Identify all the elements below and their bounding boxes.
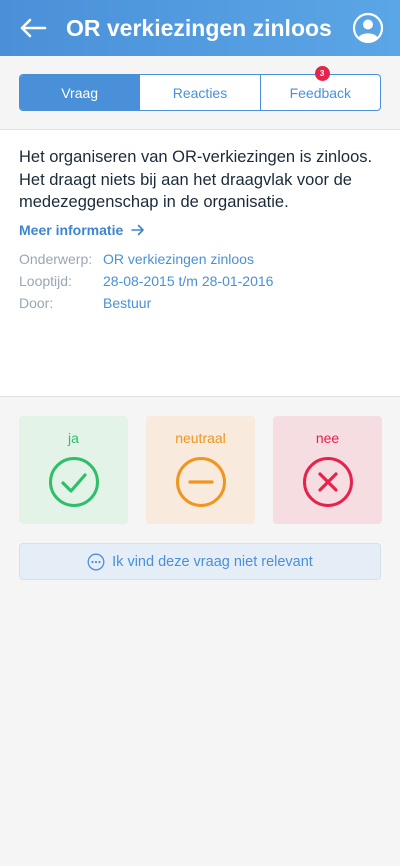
vote-label: nee: [315, 430, 340, 446]
tab-label: Vraag: [61, 84, 99, 101]
arrow-left-icon: [20, 18, 47, 38]
meta-author: Door: Bestuur: [19, 295, 151, 311]
more-info-link[interactable]: Meer informatie: [19, 222, 145, 238]
meta-label: Looptijd:: [19, 273, 72, 289]
tab-label: Feedback: [289, 84, 352, 101]
meta-label: Onderwerp:: [19, 251, 93, 267]
meta-value: OR verkiezingen zinloos: [103, 251, 254, 267]
tabs-container: Vraag Reacties 3 Feedback: [0, 56, 400, 130]
more-info-label: Meer informatie: [19, 222, 124, 238]
app-header: OR verkiezingen zinloos: [0, 0, 400, 56]
meta-label: Door:: [19, 295, 54, 311]
profile-button[interactable]: [352, 12, 384, 44]
meta-duration: Looptijd: 28-08-2015 t/m 28-01-2016: [19, 273, 273, 289]
vote-yes-button[interactable]: ja: [19, 416, 128, 524]
vote-neutral-button[interactable]: neutraal: [146, 416, 255, 524]
vote-label: ja: [68, 430, 79, 446]
segmented-tabs: Vraag Reacties 3 Feedback: [19, 66, 381, 111]
x-circle-icon: [302, 457, 353, 507]
tab-feedback[interactable]: 3 Feedback: [259, 66, 380, 110]
vote-label: neutraal: [175, 430, 226, 446]
question-panel: Het organiseren van OR-verkiezingen is z…: [0, 130, 400, 397]
minus-circle-icon: [175, 457, 226, 507]
more-dots-icon: [87, 553, 105, 571]
question-text: Het organiseren van OR-verkiezingen is z…: [19, 148, 373, 211]
tab-label: Reacties: [172, 84, 228, 101]
user-avatar-icon: [352, 12, 384, 44]
vote-no-button[interactable]: nee: [273, 416, 382, 524]
back-button[interactable]: [18, 14, 48, 42]
not-relevant-button[interactable]: Ik vind deze vraag niet relevant: [19, 543, 381, 580]
notification-badge: 3: [314, 66, 330, 81]
arrow-right-icon: [131, 224, 145, 236]
not-relevant-label: Ik vind deze vraag niet relevant: [112, 553, 313, 570]
tab-vraag[interactable]: Vraag: [20, 75, 140, 110]
tab-reacties[interactable]: Reacties: [139, 75, 259, 110]
check-circle-icon: [48, 457, 99, 507]
meta-subject: Onderwerp: OR verkiezingen zinloos: [19, 251, 254, 267]
meta-value: Bestuur: [103, 295, 152, 311]
page-title: OR verkiezingen zinloos: [66, 15, 332, 41]
meta-value: 28-08-2015 t/m 28-01-2016: [103, 273, 274, 289]
